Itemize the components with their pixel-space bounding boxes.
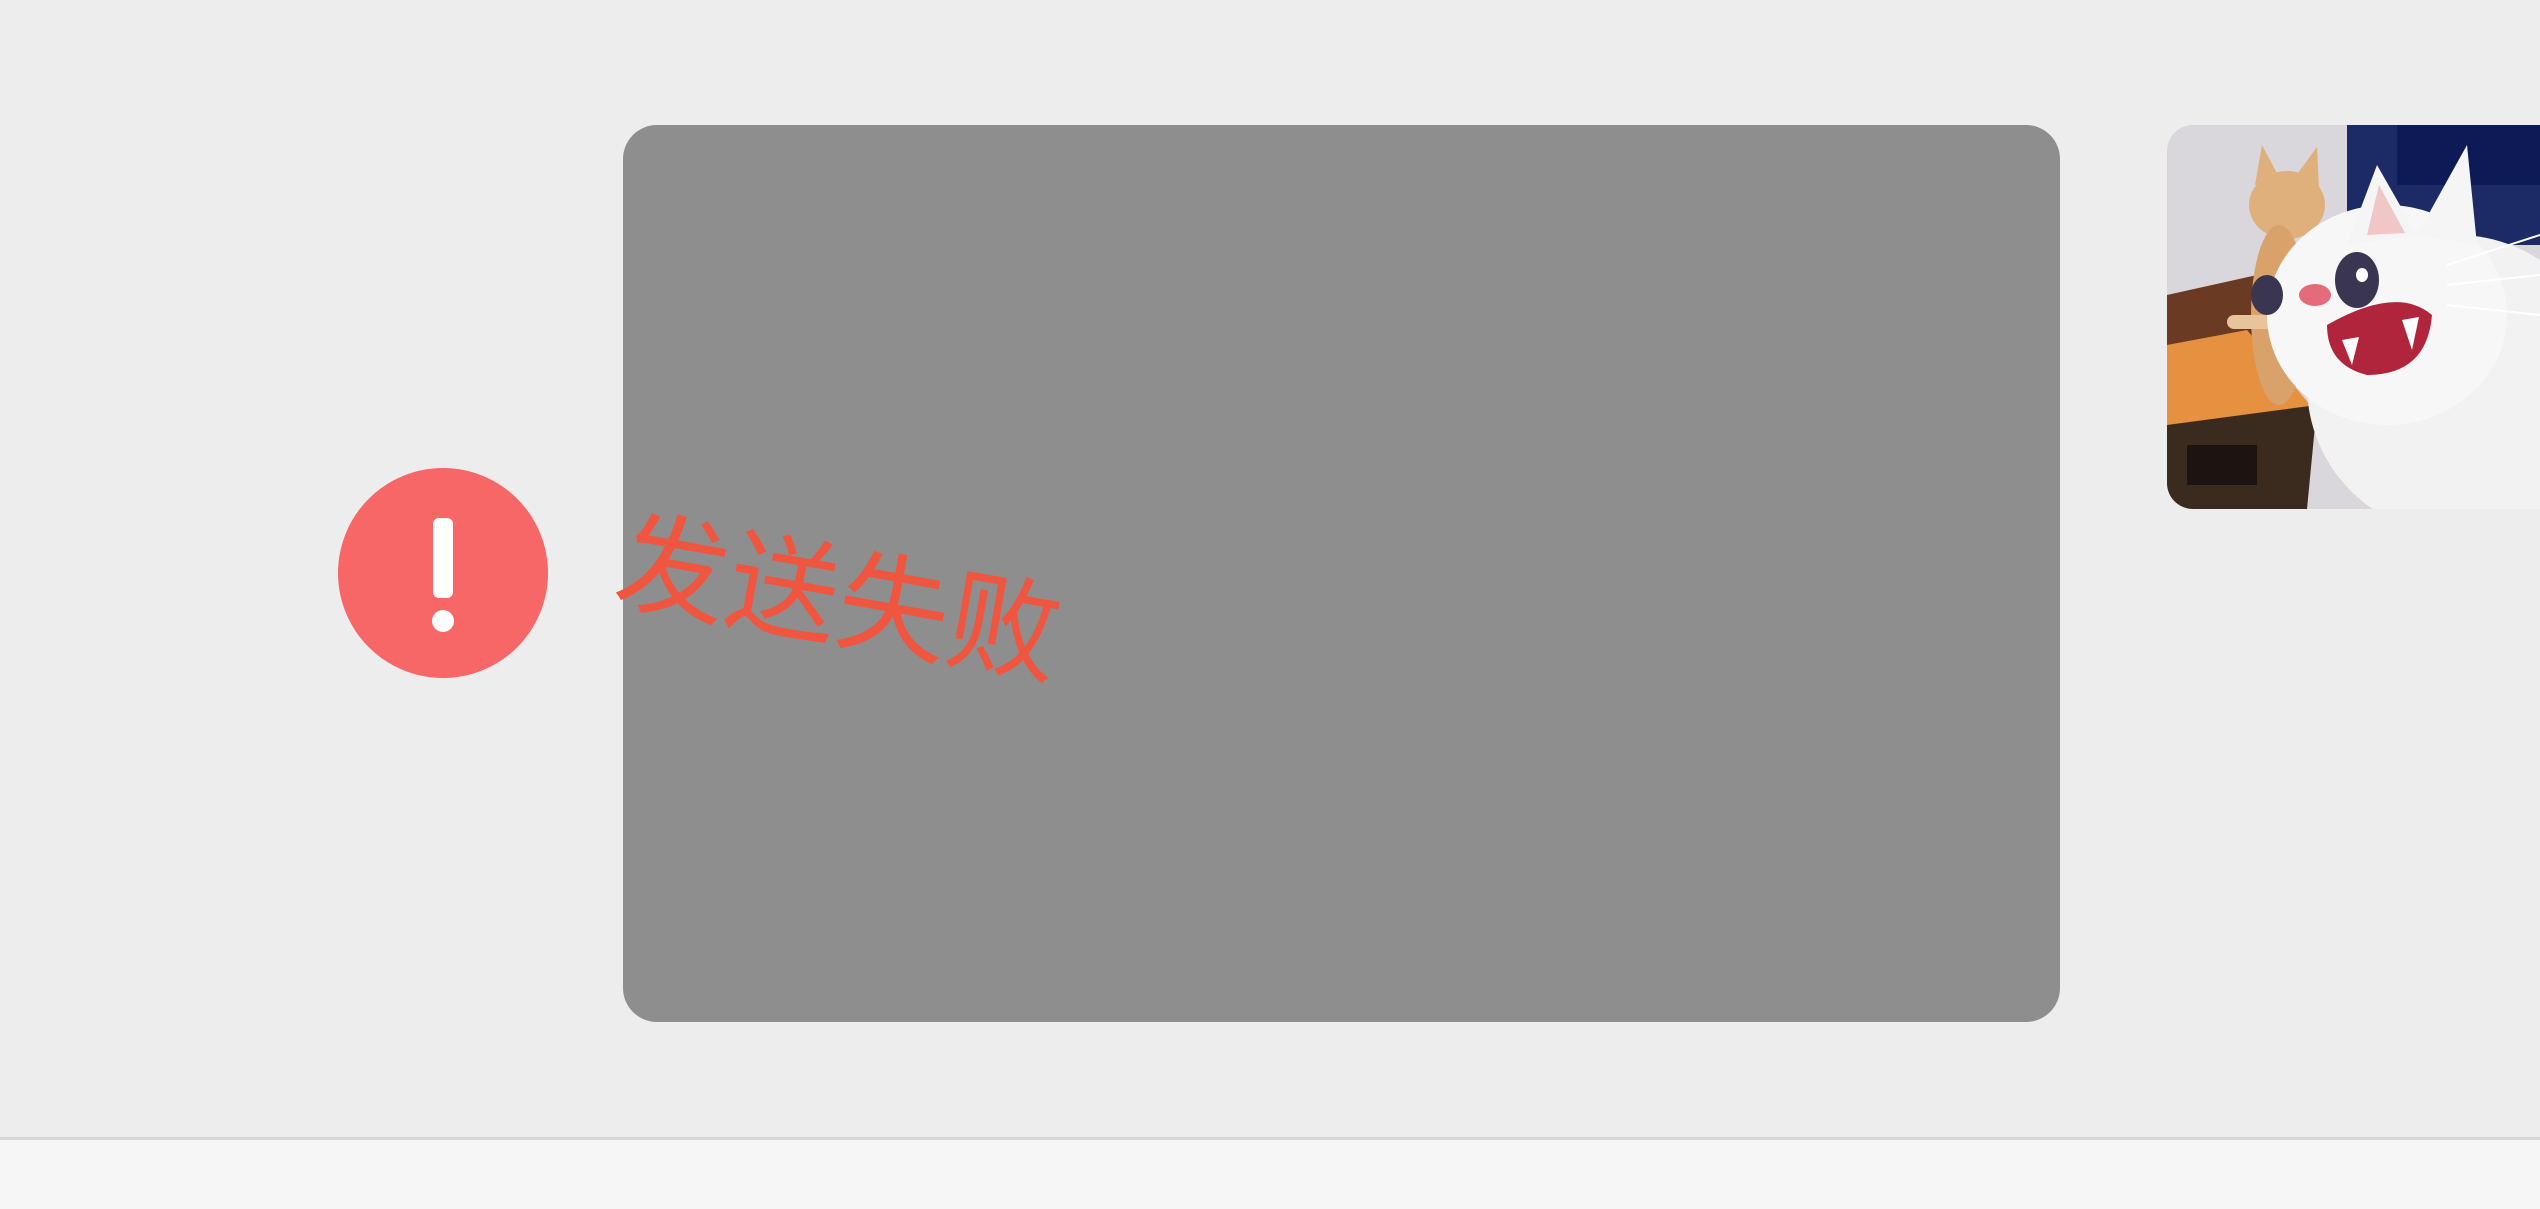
chat-message-area: 发送失败 (0, 0, 2540, 1137)
cat-photo-avatar-icon (2167, 125, 2540, 509)
user-avatar[interactable] (2167, 125, 2540, 509)
input-bar[interactable] (0, 1137, 2540, 1209)
exclamation-icon (432, 518, 454, 632)
send-failed-resend-icon[interactable] (338, 468, 548, 678)
